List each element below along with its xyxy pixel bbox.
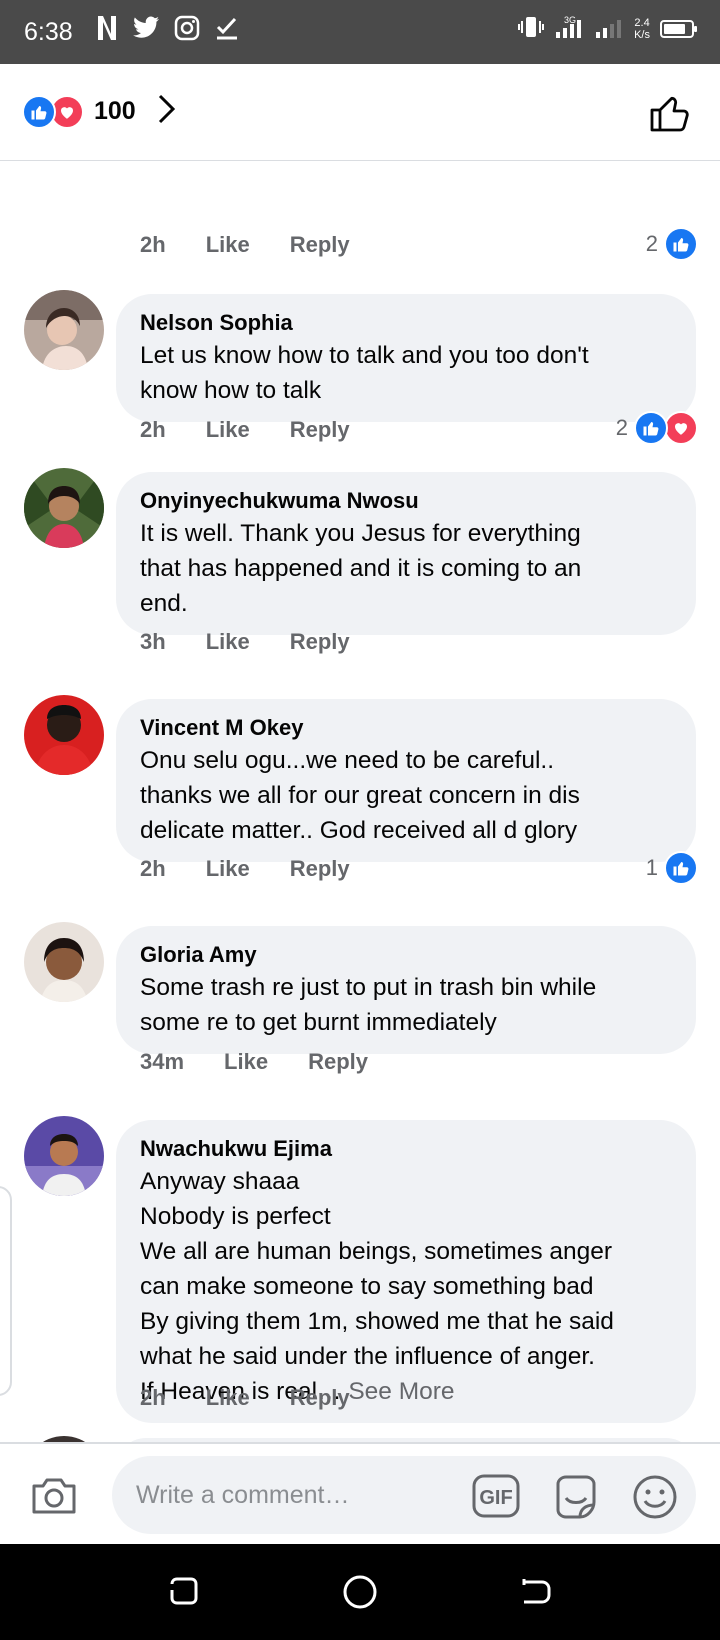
comment-text: Let us know how to talk and you too don'… xyxy=(140,342,589,404)
vibrate-icon xyxy=(518,16,545,41)
like-button[interactable]: Like xyxy=(224,1049,268,1075)
signal-sim2-icon xyxy=(594,14,624,43)
comment-3-reactions[interactable]: 1 xyxy=(646,850,698,886)
like-icon xyxy=(664,227,698,261)
avatar[interactable] xyxy=(24,290,104,370)
sticker-icon[interactable] xyxy=(552,1474,600,1525)
avatar[interactable] xyxy=(24,922,104,1002)
comment-time: 3h xyxy=(140,629,166,654)
comment-3-actions: 2h Like Reply xyxy=(140,854,350,884)
like-button[interactable]: Like xyxy=(206,629,250,655)
gif-label: GIF xyxy=(479,1487,512,1509)
reply-button[interactable]: Reply xyxy=(290,1385,350,1411)
reply-button[interactable]: Reply xyxy=(290,417,350,443)
chevron-right-icon[interactable] xyxy=(156,93,178,130)
reply-button[interactable]: Reply xyxy=(290,629,350,655)
comment-5-actions: 2h Like Reply xyxy=(140,1383,350,1413)
comment-1-actions: 2h Like Reply xyxy=(140,415,350,445)
comment-time: 2h xyxy=(140,1385,166,1410)
comment-bubble[interactable]: Nelson Sophia Let us know how to talk an… xyxy=(116,294,696,422)
commenter-name[interactable]: Vincent M Okey xyxy=(140,713,672,743)
comment-1-reactions[interactable]: 2 xyxy=(616,410,698,446)
comment-bubble[interactable]: Vincent M Okey Onu selu ogu...we need to… xyxy=(116,699,696,862)
comment-time: 34m xyxy=(140,1049,185,1074)
reply-button[interactable]: Reply xyxy=(290,856,350,882)
gif-button[interactable]: GIF xyxy=(472,1474,520,1523)
recent-apps-icon[interactable] xyxy=(166,1574,202,1615)
comment-text: Anyway shaaa Nobody is perfect We all ar… xyxy=(140,1168,614,1405)
comment-text: Some trash re just to put in trash bin w… xyxy=(140,974,597,1036)
status-bar: 6:38 3G 2.4 K/s xyxy=(0,0,720,64)
comment-time: 2h xyxy=(140,417,166,442)
comment-bubble[interactable]: Gloria Amy Some trash re just to put in … xyxy=(116,926,696,1054)
reply-button[interactable]: Reply xyxy=(290,232,350,258)
like-icon xyxy=(664,851,698,885)
comment-text: It is well. Thank you Jesus for everythi… xyxy=(140,520,582,617)
net-speed-value: 2.4 xyxy=(634,16,650,29)
reaction-count: 1 xyxy=(645,855,658,880)
signal-3g-icon: 3G xyxy=(554,14,584,43)
avatar[interactable] xyxy=(24,468,104,548)
battery-level xyxy=(664,23,685,34)
thumbs-up-icon[interactable] xyxy=(648,90,692,139)
twitter-icon xyxy=(132,16,160,45)
net-speed: 2.4 K/s xyxy=(634,17,650,41)
sheet-header: 100 xyxy=(0,64,720,161)
comment-list: 2h Like Reply 2 Nelson Sophia Let us kno… xyxy=(0,162,720,1442)
comment-time: 2h xyxy=(140,856,166,881)
like-icon xyxy=(634,411,668,445)
comment-time: 2h xyxy=(140,232,166,257)
battery-icon xyxy=(660,19,697,38)
camera-icon[interactable] xyxy=(30,1476,78,1521)
like-button[interactable]: Like xyxy=(206,417,250,443)
like-button[interactable]: Like xyxy=(206,232,250,258)
emoji-icon[interactable] xyxy=(632,1474,678,1525)
svg-text:3G: 3G xyxy=(564,15,576,25)
comment-composer: GIF xyxy=(0,1442,720,1544)
commenter-name[interactable]: Gloria Amy xyxy=(140,940,672,970)
home-icon[interactable] xyxy=(342,1574,378,1615)
avatar[interactable] xyxy=(24,1116,104,1196)
comment-input[interactable] xyxy=(112,1456,696,1534)
like-button[interactable]: Like xyxy=(206,1385,250,1411)
reaction-count: 100 xyxy=(94,97,136,125)
side-handle[interactable] xyxy=(0,1186,12,1396)
instagram-icon xyxy=(174,15,200,46)
netflix-icon xyxy=(96,14,118,47)
back-icon[interactable] xyxy=(518,1574,554,1615)
avatar[interactable] xyxy=(24,695,104,775)
love-icon xyxy=(664,411,698,445)
comment-2-actions: 3h Like Reply xyxy=(140,627,350,657)
like-icon xyxy=(22,94,56,129)
reaction-count: 2 xyxy=(645,231,658,256)
comment-bubble[interactable]: Nwachukwu Ejima Anyway shaaa Nobody is p… xyxy=(116,1120,696,1423)
system-status: 3G 2.4 K/s xyxy=(518,14,697,43)
commenter-name[interactable]: Nwachukwu Ejima xyxy=(140,1134,672,1164)
net-speed-unit: K/s xyxy=(634,28,650,41)
checkmark-download-icon xyxy=(214,15,240,46)
comment-bubble[interactable]: Onyinyechukwuma Nwosu It is well. Thank … xyxy=(116,472,696,635)
commenter-name[interactable]: Nelson Sophia xyxy=(140,308,672,338)
system-nav-bar xyxy=(0,1544,720,1640)
comment-0-reactions[interactable]: 2 xyxy=(646,226,698,262)
reactions-summary[interactable]: 100 xyxy=(22,93,178,130)
see-more-link[interactable]: See More xyxy=(342,1378,454,1405)
reply-button[interactable]: Reply xyxy=(308,1049,368,1075)
comments-sheet: 100 2h Like Reply 2 Nelson Sophia Let us… xyxy=(0,64,720,1544)
reaction-count: 2 xyxy=(615,415,628,440)
comment-text: Onu selu ogu...we need to be careful.. t… xyxy=(140,747,580,844)
commenter-name[interactable]: Onyinyechukwuma Nwosu xyxy=(140,486,672,516)
status-time: 6:38 xyxy=(24,18,73,46)
comment-0-actions: 2h Like Reply xyxy=(140,230,350,260)
like-button[interactable]: Like xyxy=(206,856,250,882)
notification-icons xyxy=(96,14,240,47)
comment-4-actions: 34m Like Reply xyxy=(140,1047,368,1077)
